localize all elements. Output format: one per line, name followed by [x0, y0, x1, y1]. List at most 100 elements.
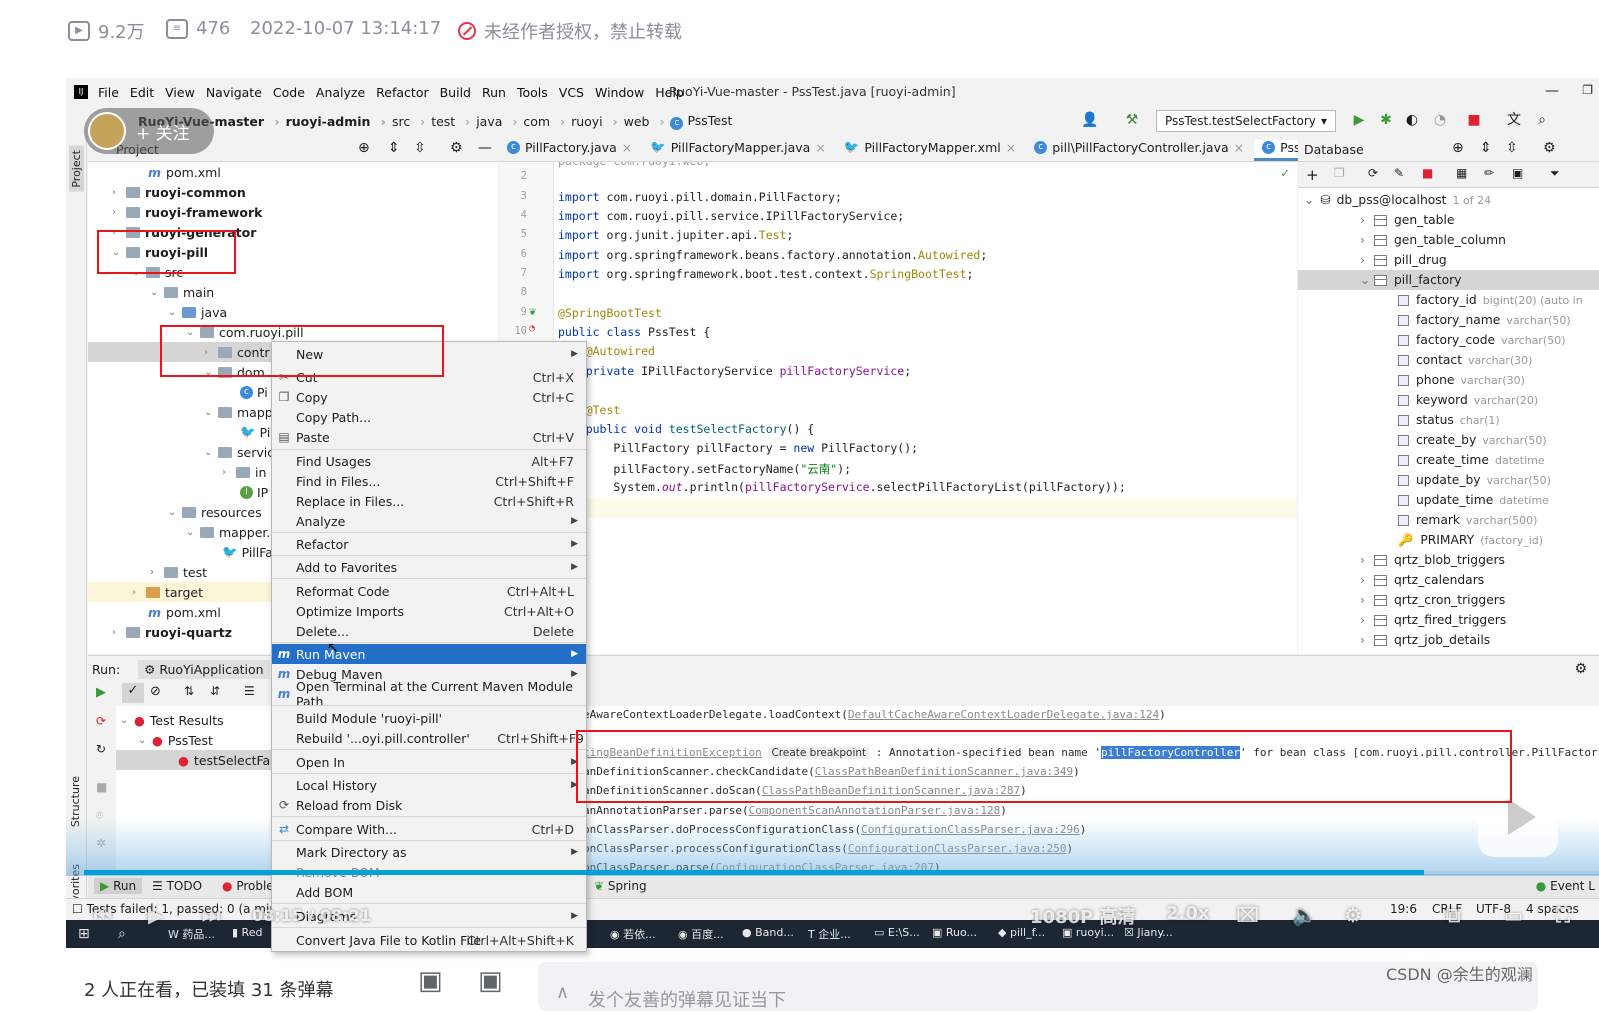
db-column[interactable]: create_time datetime — [1398, 450, 1545, 470]
menu-build[interactable]: Build — [440, 85, 471, 100]
menu-navigate[interactable]: Navigate — [206, 85, 262, 100]
menu-item-find-usages[interactable]: Find Usages Alt+F7 — [272, 451, 586, 471]
profile-icon[interactable]: ◔ — [1432, 112, 1448, 128]
menu-item-paste[interactable]: ▤ Paste Ctrl+V — [272, 427, 586, 447]
menu-item-build-module[interactable]: Build Module 'ruoyi-pill' — [272, 708, 586, 728]
menu-view[interactable]: View — [165, 85, 195, 100]
locate-icon[interactable]: ⊕ — [1452, 140, 1464, 156]
run-config-select[interactable]: PssTest.testSelectFactory ▾ — [1156, 110, 1336, 132]
tree-item-ruoyi-generator[interactable]: › ruoyi-generator — [88, 222, 498, 242]
hide-icon[interactable]: — — [478, 140, 492, 156]
stop-icon[interactable]: ■ — [96, 780, 107, 794]
big-play-button[interactable] — [1478, 777, 1558, 857]
db-column[interactable]: remark varchar(500) — [1398, 510, 1537, 530]
minimize-icon[interactable]: — — [1545, 83, 1559, 99]
db-column[interactable]: update_time datetime — [1398, 490, 1549, 510]
properties-icon[interactable]: ✎ — [1394, 166, 1404, 180]
menu-item-replace-in-files[interactable]: Replace in Files... Ctrl+Shift+R — [272, 491, 586, 511]
menu-file[interactable]: File — [98, 85, 119, 100]
menu-item-new[interactable]: New ▶ — [272, 344, 586, 364]
camera-icon[interactable]: ⌾ — [96, 808, 103, 823]
menu-item-delete[interactable]: Delete... Delete — [272, 621, 586, 641]
copy-icon[interactable]: ❐ — [1334, 166, 1345, 180]
db-column[interactable]: factory_name varchar(50) — [1398, 310, 1571, 330]
danmaku-off-icon[interactable]: ⌧ — [1236, 903, 1259, 927]
menu-item-reload-from-disk[interactable]: ⟳ Reload from Disk — [272, 795, 586, 815]
previous-icon[interactable]: ⏮ — [94, 903, 112, 927]
tab-spring[interactable]: ❦ Spring — [594, 879, 647, 893]
db-table[interactable]: › qrtz_job_details — [1360, 630, 1490, 650]
test-results-root[interactable]: ⌄ ● Test Results — [120, 710, 224, 730]
breadcrumb-java[interactable]: java — [476, 114, 517, 129]
run-config-tab[interactable]: ⚙ RuoYiApplication — [138, 660, 270, 679]
db-column[interactable]: keyword varchar(20) — [1398, 390, 1538, 410]
expand-all-icon[interactable]: ⇕ — [1480, 140, 1492, 156]
restore-icon[interactable]: ❐ — [1582, 83, 1593, 97]
code-editor[interactable]: 2 3 4 5 6 7 8 9 10 ❦ ◔ package com.ruoyi… — [499, 162, 1297, 654]
menu-item-analyze[interactable]: Analyze ▶ — [272, 511, 586, 531]
expand-all-icon[interactable]: ⇕ — [388, 140, 400, 156]
edit-icon[interactable]: ✏ — [1484, 166, 1494, 180]
fullscreen-icon[interactable]: ⛶ — [1556, 903, 1570, 927]
console-icon[interactable]: ▣ — [1512, 166, 1523, 180]
breadcrumb-web[interactable]: web — [624, 114, 665, 129]
menu-item-local-history[interactable]: Local History ▶ — [272, 775, 586, 795]
test-method[interactable]: ● testSelectFact — [116, 750, 282, 770]
user-icon[interactable]: 👤 — [1081, 112, 1098, 128]
db-index[interactable]: 🔑 PRIMARY (factory_id) — [1398, 530, 1543, 550]
menu-edit[interactable]: Edit — [130, 85, 154, 100]
refresh-icon[interactable]: ⟳ — [1368, 166, 1378, 180]
translate-icon[interactable]: 文 — [1506, 112, 1522, 128]
breadcrumb-ruoyi[interactable]: ruoyi — [571, 114, 618, 129]
run-test-gutter-icon[interactable]: ◔ — [529, 323, 535, 334]
breadcrumb-src[interactable]: src — [392, 114, 425, 129]
tree-item-ruoyi-common[interactable]: › ruoyi-common — [88, 182, 498, 202]
menu-item-cut[interactable]: ✂ Cut Ctrl+X — [272, 367, 586, 387]
menu-item-mark-directory-as[interactable]: Mark Directory as ▶ — [272, 842, 586, 862]
rerun-icon[interactable]: ▶ — [96, 685, 106, 700]
tree-item-java[interactable]: ⌄ java — [88, 302, 498, 322]
db-table-gen-table-column[interactable]: › gen_table_column — [1360, 230, 1506, 250]
table-icon[interactable]: ▦ — [1456, 166, 1467, 180]
gear-icon[interactable]: ⚙ — [1574, 661, 1587, 677]
close-icon[interactable]: × — [815, 140, 825, 155]
tab-pillfactory[interactable]: c PillFactory.java × — [499, 140, 642, 161]
tab-run[interactable]: ▶ Run — [94, 878, 143, 894]
next-icon[interactable]: ⏭ — [202, 903, 220, 927]
picture-in-picture-icon[interactable]: ⧉ — [1446, 903, 1460, 927]
search-icon[interactable]: ⌕ — [1534, 112, 1550, 128]
quality-button[interactable]: 1080P 高清 — [1030, 903, 1136, 929]
close-icon[interactable]: × — [1006, 140, 1016, 155]
filter-icon[interactable]: ⏷ — [1550, 166, 1560, 181]
collapse-all-icon[interactable]: ⇳ — [414, 140, 426, 156]
structure-tool-tab[interactable]: Structure — [69, 776, 82, 827]
menu-item-rebuild[interactable]: Rebuild '...oyi.pill.controller' Ctrl+Shi… — [272, 728, 586, 748]
play-icon[interactable]: ▶ — [148, 903, 163, 927]
rerun-failed-icon[interactable]: ⟳ — [96, 714, 106, 728]
gear-icon[interactable]: ⚙ — [450, 140, 463, 156]
collapse-all-icon[interactable]: ⇳ — [1506, 140, 1518, 156]
db-table-gen-table[interactable]: › gen_table — [1360, 210, 1454, 230]
db-column[interactable]: update_by varchar(50) — [1398, 470, 1551, 490]
tree-item-package[interactable]: ⌄ com.ruoyi.pill — [88, 322, 498, 342]
tab-pillfactory-mapper[interactable]: 🐦 PillFactoryMapper.java × — [642, 139, 836, 161]
tab-pillfactory-controller[interactable]: c pill\PillFactoryController.java × — [1026, 140, 1254, 161]
db-column[interactable]: create_by varchar(50) — [1398, 430, 1547, 450]
coverage-icon[interactable]: ◐ — [1404, 112, 1420, 128]
menu-item-run-maven[interactable]: m Run Maven ▶ — [272, 644, 586, 664]
menu-item-find-in-files[interactable]: Find in Files... Ctrl+Shift+F — [272, 471, 586, 491]
menu-window[interactable]: Window — [595, 85, 644, 100]
menu-refactor[interactable]: Refactor — [376, 85, 428, 100]
menu-item-reformat-code[interactable]: Reformat Code Ctrl+Alt+L — [272, 581, 586, 601]
test-class[interactable]: ⌄ ● PssTest — [138, 730, 213, 750]
db-table[interactable]: › qrtz_blob_triggers — [1360, 550, 1505, 570]
menu-item-optimize-imports[interactable]: Optimize Imports Ctrl+Alt+O — [272, 601, 586, 621]
menu-analyze[interactable]: Analyze — [316, 85, 365, 100]
menu-run[interactable]: Run — [482, 85, 506, 100]
settings-icon[interactable]: ✲ — [96, 836, 106, 850]
sort-duration-icon[interactable]: ⇵ — [210, 684, 220, 698]
menu-code[interactable]: Code — [273, 85, 305, 100]
video-progress-bar[interactable] — [84, 870, 1424, 875]
danmaku-settings-icon[interactable]: ▣ — [478, 966, 503, 996]
db-column[interactable]: phone varchar(30) — [1398, 370, 1525, 390]
